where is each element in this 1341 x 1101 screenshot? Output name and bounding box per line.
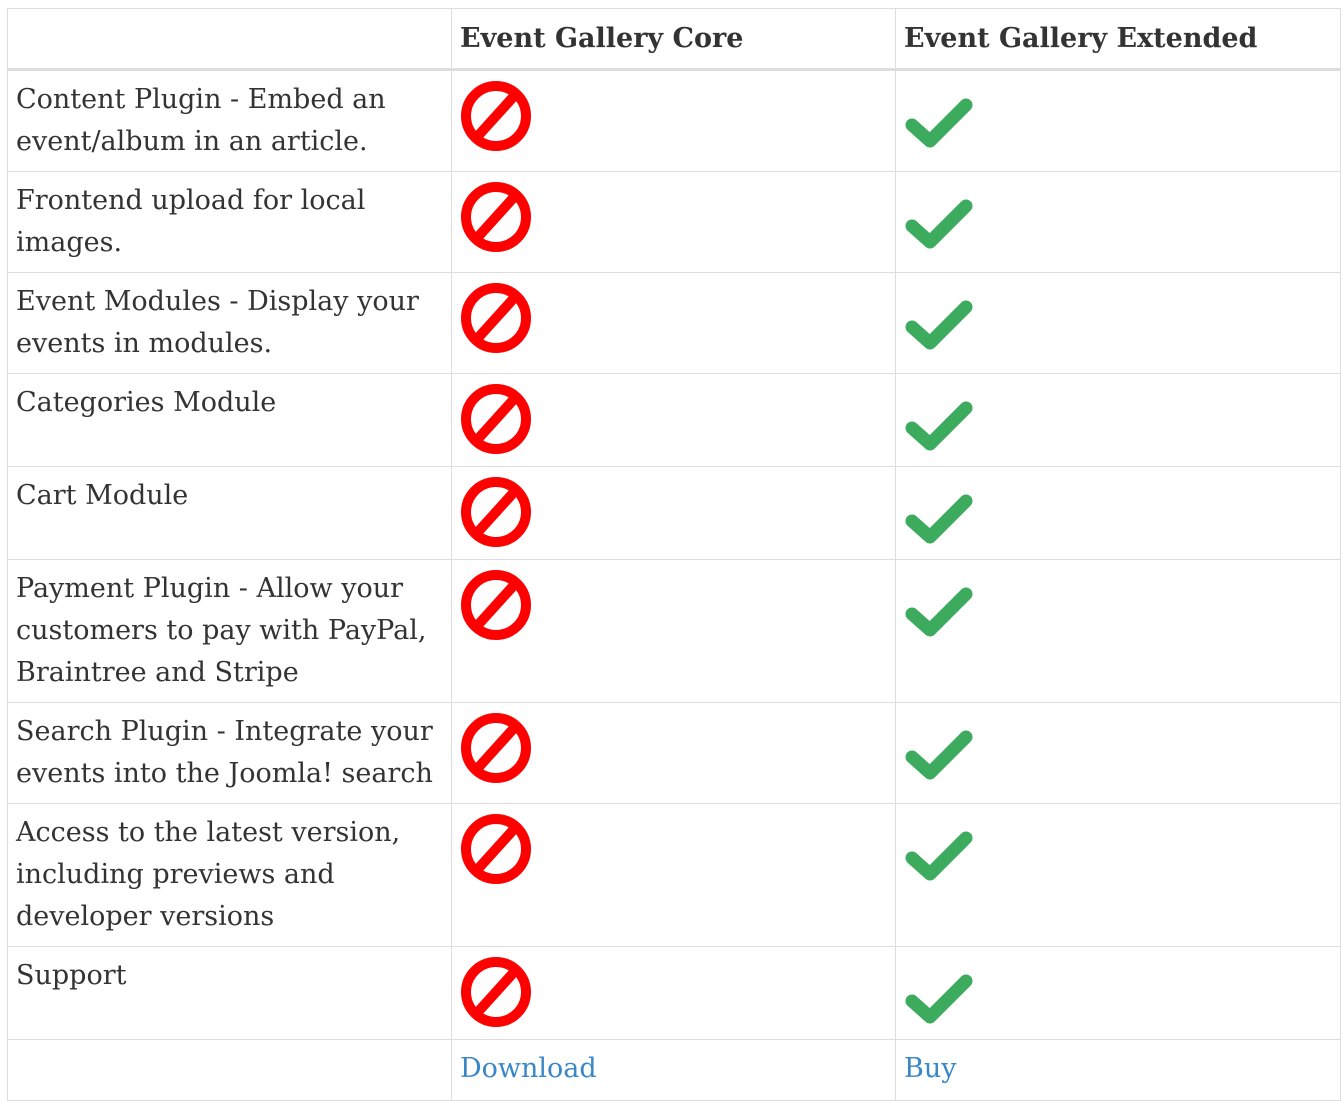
core-cell [451, 702, 896, 804]
feature-label: Support [7, 946, 452, 1040]
extended-cell [895, 69, 1341, 172]
table-row: Content Plugin - Embed an event/album in… [7, 69, 1341, 172]
core-cell [451, 559, 896, 703]
feature-label: Access to the latest version, including … [7, 803, 452, 947]
extended-cell [895, 466, 1341, 560]
table-footer-row: Download Buy [7, 1039, 1341, 1101]
table-row: Cart Module [7, 466, 1341, 560]
no-icon [461, 477, 531, 547]
table-row: Access to the latest version, including … [7, 803, 1341, 947]
feature-label: Content Plugin - Embed an event/album in… [7, 69, 452, 172]
table-row: Payment Plugin - Allow your customers to… [7, 559, 1341, 703]
core-cell [451, 272, 896, 374]
buy-cell: Buy [895, 1039, 1341, 1101]
no-icon [461, 182, 531, 252]
core-cell [451, 69, 896, 172]
core-cell [451, 171, 896, 273]
no-icon [461, 713, 531, 783]
check-icon [905, 401, 973, 451]
no-icon [461, 283, 531, 353]
core-cell [451, 373, 896, 467]
download-cell: Download [451, 1039, 896, 1101]
table-row: Support [7, 946, 1341, 1040]
footer-empty-cell [7, 1039, 452, 1101]
no-icon [461, 814, 531, 884]
core-cell [451, 803, 896, 947]
header-empty-cell [7, 8, 452, 71]
feature-label: Event Modules - Display your events in m… [7, 272, 452, 374]
check-icon [905, 300, 973, 350]
feature-label: Categories Module [7, 373, 452, 467]
comparison-table-wrapper: Event Gallery Core Event Gallery Extende… [7, 8, 1341, 1101]
core-cell [451, 946, 896, 1040]
extended-cell [895, 373, 1341, 467]
feature-comparison-table: Event Gallery Core Event Gallery Extende… [7, 8, 1341, 1101]
core-cell [451, 466, 896, 560]
table-row: Frontend upload for local images. [7, 171, 1341, 273]
check-icon [905, 974, 973, 1024]
extended-cell [895, 702, 1341, 804]
table-row: Search Plugin - Integrate your events in… [7, 702, 1341, 804]
check-icon [905, 587, 973, 637]
feature-label: Payment Plugin - Allow your customers to… [7, 559, 452, 703]
feature-label: Cart Module [7, 466, 452, 560]
extended-cell [895, 803, 1341, 947]
feature-label: Frontend upload for local images. [7, 171, 452, 273]
check-icon [905, 199, 973, 249]
no-icon [461, 570, 531, 640]
download-link[interactable]: Download [460, 1053, 597, 1084]
extended-cell [895, 272, 1341, 374]
extended-cell [895, 946, 1341, 1040]
no-icon [461, 384, 531, 454]
no-icon [461, 957, 531, 1027]
feature-label: Search Plugin - Integrate your events in… [7, 702, 452, 804]
table-header-row: Event Gallery Core Event Gallery Extende… [7, 8, 1341, 71]
extended-cell [895, 559, 1341, 703]
table-row: Event Modules - Display your events in m… [7, 272, 1341, 374]
check-icon [905, 831, 973, 881]
check-icon [905, 730, 973, 780]
header-core: Event Gallery Core [451, 8, 896, 71]
header-extended: Event Gallery Extended [895, 8, 1341, 71]
check-icon [905, 98, 973, 148]
buy-link[interactable]: Buy [904, 1053, 956, 1084]
extended-cell [895, 171, 1341, 273]
check-icon [905, 494, 973, 544]
table-row: Categories Module [7, 373, 1341, 467]
no-icon [461, 81, 531, 151]
